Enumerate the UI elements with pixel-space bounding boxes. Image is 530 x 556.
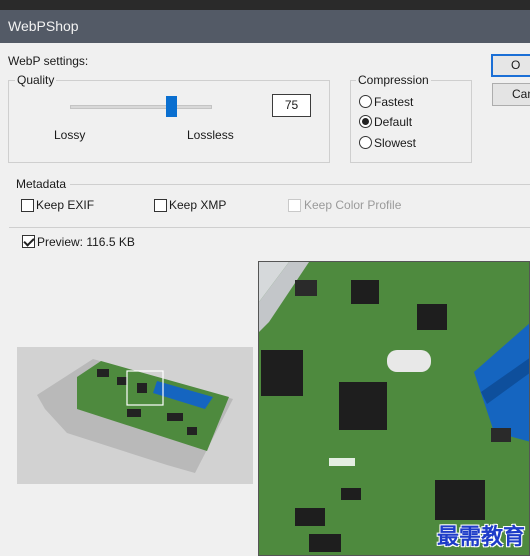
watermark-text: 最需教育 — [436, 524, 525, 550]
quality-value-input[interactable]: 75 — [272, 94, 311, 117]
radio-fastest[interactable] — [359, 95, 372, 108]
preview-divider — [9, 227, 530, 228]
preview-image-panel[interactable]: 最需教育 — [258, 261, 530, 556]
settings-heading: WebP settings: — [8, 54, 89, 68]
lossless-label: Lossless — [187, 128, 234, 142]
metadata-group-label: Metadata — [16, 177, 67, 191]
quality-group-label: Quality — [15, 73, 57, 87]
keep-color-profile-checkbox — [288, 199, 301, 212]
top-strip — [0, 0, 530, 10]
keep-xmp-label[interactable]: Keep XMP — [169, 198, 226, 212]
quality-group — [8, 80, 330, 163]
window-title: WebPShop — [0, 10, 530, 43]
preview-label[interactable]: Preview: 116.5 KB — [37, 235, 135, 249]
compression-group-label: Compression — [356, 73, 431, 87]
preview-checkbox[interactable] — [22, 235, 35, 248]
quality-slider-track[interactable] — [70, 105, 212, 109]
keep-exif-label[interactable]: Keep EXIF — [36, 198, 94, 212]
ok-button[interactable]: O — [491, 54, 530, 77]
keep-color-profile-label: Keep Color Profile — [304, 198, 402, 212]
quality-slider-thumb[interactable] — [166, 96, 177, 117]
radio-fastest-label[interactable]: Fastest — [374, 95, 413, 109]
webp-settings-dialog: WebP settings: Quality 75 Lossy Lossless… — [0, 43, 530, 556]
cancel-button[interactable]: Can — [492, 83, 530, 106]
radio-slowest[interactable] — [359, 136, 372, 149]
pcb-thumbnail-image — [17, 347, 253, 484]
keep-xmp-checkbox[interactable] — [154, 199, 167, 212]
radio-slowest-label[interactable]: Slowest — [374, 136, 416, 150]
radio-default[interactable] — [359, 115, 372, 128]
pcb-preview-image — [259, 262, 529, 555]
lossy-label: Lossy — [54, 128, 86, 142]
preview-navigator[interactable] — [17, 347, 253, 484]
metadata-divider — [70, 184, 530, 185]
radio-default-label[interactable]: Default — [374, 115, 412, 129]
keep-exif-checkbox[interactable] — [21, 199, 34, 212]
